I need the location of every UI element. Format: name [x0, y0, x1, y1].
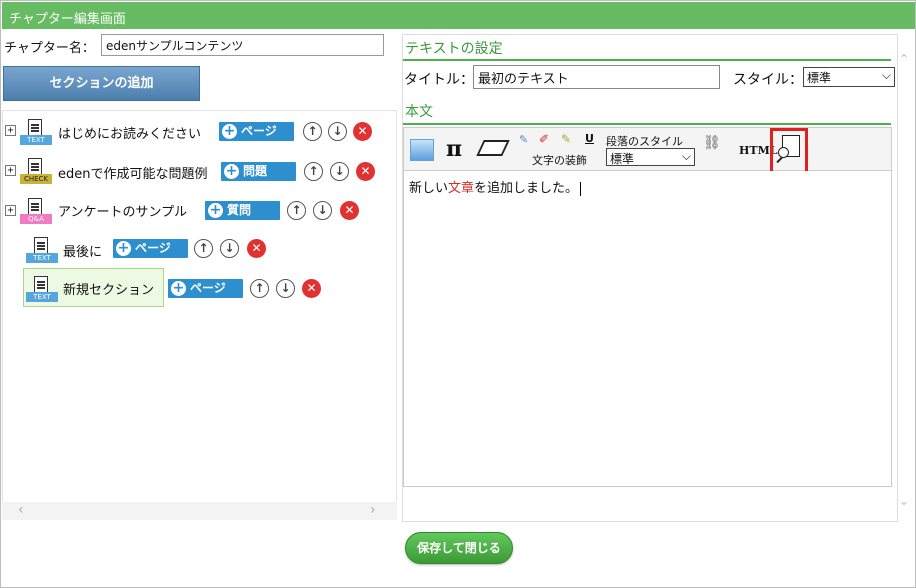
move-up-icon[interactable]: ↑ — [304, 162, 323, 181]
body-heading: 本文 — [405, 104, 433, 120]
scroll-up-icon[interactable]: ⌃ — [899, 52, 909, 66]
paragraph-style-label: 段落のスタイル — [606, 135, 683, 148]
add-page-button[interactable]: + ページ — [219, 122, 294, 141]
plus-icon: + — [222, 123, 237, 139]
expand-toggle[interactable]: + — [5, 165, 16, 176]
chapter-name-input[interactable] — [101, 34, 384, 56]
style-label: スタイル： — [733, 72, 803, 88]
text-document-icon: TEXT — [26, 276, 58, 304]
add-page-button[interactable]: + ページ — [113, 239, 188, 258]
delete-icon[interactable]: ✕ — [356, 162, 375, 181]
save-and-close-button[interactable]: 保存して閉じる — [405, 532, 513, 564]
text-settings-heading: テキストの設定 — [405, 41, 503, 57]
paragraph-style-select[interactable]: 標準 ⌵ — [606, 148, 695, 166]
scroll-right-icon[interactable]: › — [370, 502, 376, 518]
move-down-icon[interactable]: ↓ — [220, 239, 239, 258]
chapter-name-label: チャプター名： — [4, 41, 95, 56]
divider — [403, 123, 891, 125]
plus-icon: + — [208, 202, 223, 218]
delete-icon[interactable]: ✕ — [302, 279, 321, 298]
tree-item-label[interactable]: はじめにお読みください — [58, 123, 201, 142]
move-up-icon[interactable]: ↑ — [303, 122, 322, 141]
delete-icon[interactable]: ✕ — [247, 239, 266, 258]
tree-item-label[interactable]: edenで作成可能な問題例 — [58, 163, 208, 182]
move-up-icon[interactable]: ↑ — [194, 239, 213, 258]
move-down-icon[interactable]: ↓ — [313, 201, 332, 220]
expand-toggle[interactable]: + — [5, 205, 16, 216]
vertical-scrollbar[interactable]: ⌃ ⌄ — [897, 34, 913, 522]
decoration-label: 文字の装飾 — [532, 154, 587, 167]
window-title: チャプター編集画面 — [2, 2, 915, 29]
horizontal-scrollbar[interactable]: ‹ › — [2, 502, 397, 520]
delete-icon[interactable]: ✕ — [340, 201, 359, 220]
title-label: タイトル： — [404, 72, 474, 88]
math-pi-icon[interactable]: π — [446, 136, 462, 162]
add-question-button[interactable]: + 問題 — [221, 162, 296, 181]
plus-icon: + — [171, 280, 186, 296]
move-down-icon[interactable]: ↓ — [328, 122, 347, 141]
chevron-down-icon: ⌵ — [681, 149, 691, 163]
add-section-button[interactable]: セクションの追加 — [3, 66, 200, 101]
scroll-left-icon[interactable]: ‹ — [18, 502, 24, 518]
marker-icon[interactable]: ✐ — [539, 132, 549, 146]
highlighter-icon[interactable]: ✎ — [561, 132, 571, 146]
scroll-down-icon[interactable]: ⌄ — [899, 494, 909, 508]
link-icon[interactable]: ⛓ — [703, 135, 721, 151]
tree-item-label[interactable]: 最後に — [63, 241, 102, 260]
add-question-button[interactable]: + 質問 — [205, 201, 280, 220]
underline-icon[interactable]: U — [585, 132, 594, 145]
delete-icon[interactable]: ✕ — [353, 122, 372, 141]
move-up-icon[interactable]: ↑ — [250, 279, 269, 298]
title-input[interactable] — [473, 65, 720, 89]
chevron-down-icon: ⌵ — [881, 68, 891, 82]
move-down-icon[interactable]: ↓ — [276, 279, 295, 298]
move-up-icon[interactable]: ↑ — [287, 201, 306, 220]
tree-item-label[interactable]: アンケートのサンプル — [58, 201, 187, 220]
qa-document-icon: Q&A — [20, 198, 52, 226]
tree-item-label[interactable]: 新規セクション — [63, 279, 154, 298]
check-document-icon: CHECK — [20, 158, 52, 186]
move-down-icon[interactable]: ↓ — [330, 162, 349, 181]
add-page-button[interactable]: + ページ — [168, 279, 243, 298]
pen-icon[interactable]: ✎ — [519, 133, 528, 146]
divider — [403, 59, 891, 61]
text-document-icon: TEXT — [20, 119, 52, 147]
text-document-icon: TEXT — [26, 237, 58, 265]
expand-toggle[interactable]: + — [5, 125, 16, 136]
style-select[interactable]: 標準 ⌵ — [803, 67, 895, 87]
plus-icon: + — [116, 240, 131, 256]
image-icon[interactable] — [410, 139, 434, 161]
text-cursor — [580, 181, 582, 196]
editor-content[interactable]: 新しい文章を追加しました。 — [403, 171, 892, 487]
plus-icon: + — [224, 163, 239, 179]
